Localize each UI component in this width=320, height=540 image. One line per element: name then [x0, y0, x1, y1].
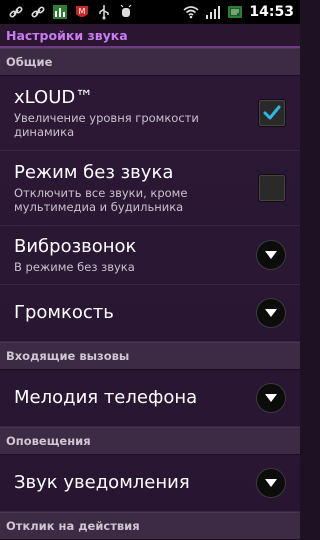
setting-title: Звук уведомления	[14, 472, 190, 493]
section-header-feedback: Отклик на действия	[0, 512, 300, 540]
signal-icon	[205, 4, 221, 20]
setting-xloud[interactable]: xLOUD™ Увеличение уровня громкости динам…	[0, 76, 300, 151]
setting-title: Виброзвонок	[14, 236, 137, 257]
wifi-icon	[183, 4, 199, 20]
setting-notification-sound[interactable]: Звук уведомления	[0, 455, 300, 512]
page-title: Настройки звука	[6, 27, 128, 43]
status-bar: M 14:53	[0, 0, 300, 24]
svg-text:M: M	[79, 7, 86, 16]
setting-title: xLOUD™	[14, 87, 94, 108]
setting-silent-mode[interactable]: Режим без звука Отключить все звуки, кро…	[0, 151, 300, 226]
battery-icon	[227, 4, 243, 20]
setting-subtitle: В режиме без звука	[14, 260, 135, 274]
settings-list: Общие xLOUD™ Увеличение уровня громкости…	[0, 48, 300, 540]
setting-title: Громкость	[14, 302, 114, 323]
checkmark-icon	[263, 105, 281, 120]
link-icon	[30, 4, 46, 20]
status-time: 14:53	[249, 4, 294, 20]
chevron-down-icon	[265, 309, 277, 317]
ringtone-dropdown-button[interactable]	[256, 383, 286, 413]
app-title-bar: Настройки звука	[0, 24, 300, 48]
debug-icon	[118, 4, 134, 20]
setting-subtitle: Увеличение уровня громкости динамика	[14, 111, 199, 139]
equalizer-icon	[52, 4, 68, 20]
chevron-down-icon	[265, 479, 277, 487]
silent-mode-checkbox[interactable]	[258, 174, 286, 202]
setting-volume[interactable]: Громкость	[0, 285, 300, 342]
setting-ringtone[interactable]: Мелодия телефона	[0, 370, 300, 427]
mcafee-icon: M	[74, 4, 90, 20]
section-header-notifications: Оповещения	[0, 427, 300, 455]
section-header-general: Общие	[0, 48, 300, 76]
chevron-down-icon	[265, 251, 277, 259]
setting-title: Мелодия телефона	[14, 387, 198, 408]
chevron-down-icon	[265, 394, 277, 402]
link-icon	[8, 4, 24, 20]
setting-subtitle: Отключить все звуки, кроме мультимедиа и…	[14, 186, 188, 214]
xloud-checkbox[interactable]	[258, 99, 286, 127]
setting-vibrate[interactable]: Виброзвонок В режиме без звука	[0, 226, 300, 285]
setting-title: Режим без звука	[14, 162, 174, 183]
volume-dropdown-button[interactable]	[256, 298, 286, 328]
section-header-incoming-calls: Входящие вызовы	[0, 342, 300, 370]
usb-icon	[96, 4, 112, 20]
notification-sound-dropdown-button[interactable]	[256, 468, 286, 498]
vibrate-dropdown-button[interactable]	[256, 240, 286, 270]
